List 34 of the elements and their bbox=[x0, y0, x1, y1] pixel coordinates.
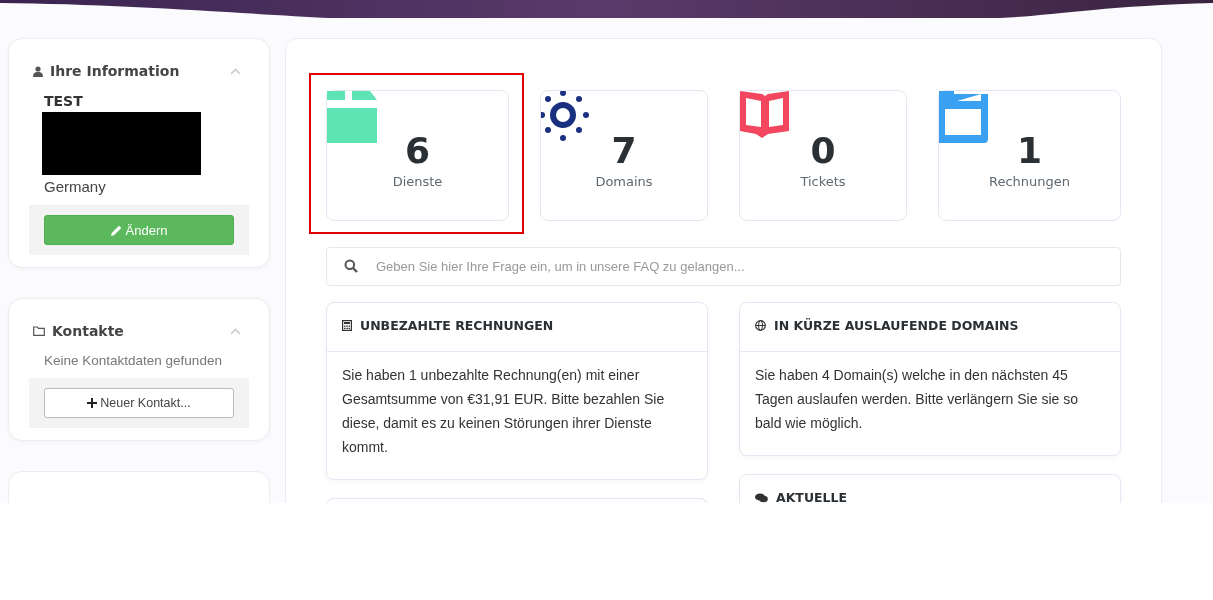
collapse-icon[interactable] bbox=[230, 67, 241, 75]
panel-title: UNBEZAHLTE RECHNUNGEN bbox=[360, 318, 554, 333]
empty-message: Keine Kontaktdaten gefunden bbox=[44, 352, 223, 370]
stat-card[interactable]: 6 Dienste bbox=[326, 90, 509, 221]
globe-icon bbox=[755, 320, 766, 331]
panel-message: Sie haben 1 unbezahlte Rechnung(en) mit einer Gesamtsumme von €31,91 EUR. Bitte bezahlen Sie diese, damit es zu keinen Störungen ihrer Dienste kommt. bbox=[342, 366, 666, 457]
stat-number: 1 bbox=[1016, 130, 1043, 171]
stat-card[interactable]: 1 Rechnungen bbox=[938, 90, 1121, 221]
panel-title: IN KÜRZE AUSLAUFENDE DOMAINS bbox=[774, 318, 1019, 333]
card-title: Kontakte bbox=[52, 323, 124, 339]
stat-label: Dienste bbox=[392, 173, 443, 189]
new-contact-button[interactable]: Neuer Kontakt... bbox=[44, 388, 234, 418]
stat-number: 0 bbox=[810, 130, 836, 171]
stat-label: Tickets bbox=[800, 173, 846, 189]
plus-icon bbox=[87, 398, 98, 408]
stat-number: 6 bbox=[404, 130, 431, 171]
country-text: Germany bbox=[44, 178, 106, 195]
comments-icon bbox=[755, 492, 768, 503]
panel-title: AKTUELLE bbox=[776, 490, 848, 503]
collapse-icon[interactable] bbox=[230, 327, 241, 335]
customer-name: TEST bbox=[44, 93, 83, 109]
user-icon bbox=[33, 65, 43, 77]
folder-icon bbox=[33, 326, 45, 336]
stat-number: 7 bbox=[611, 130, 637, 171]
stat-card[interactable]: 7 Domains bbox=[540, 90, 708, 221]
stat-card[interactable]: 0 Tickets bbox=[739, 90, 907, 221]
pencil-icon bbox=[110, 224, 122, 236]
faq-search-field[interactable]: Geben Sie hier Ihre Frage ein, um in unsere FAQ zu gelangen... bbox=[326, 247, 1121, 286]
panel-message: Sie haben 4 Domain(s) welche in den nächsten 45 Tagen auslaufen werden. Bitte verlängern Sie sie so bald wie möglich. bbox=[755, 366, 1079, 433]
stat-label: Domains bbox=[595, 173, 653, 189]
calculator-icon bbox=[342, 320, 352, 331]
search-icon bbox=[344, 259, 358, 273]
card-title: Ihre Information bbox=[50, 63, 180, 79]
stat-label: Rechnungen bbox=[988, 173, 1070, 189]
